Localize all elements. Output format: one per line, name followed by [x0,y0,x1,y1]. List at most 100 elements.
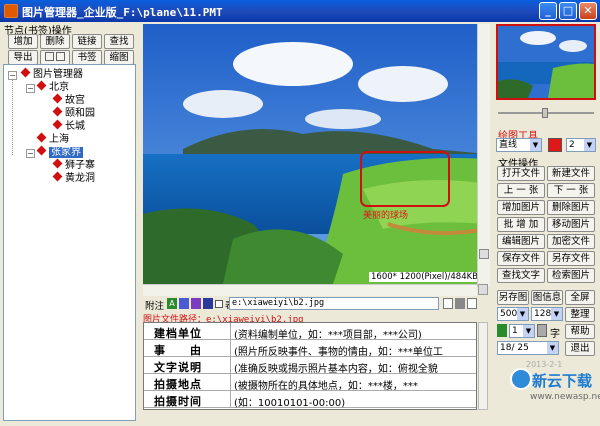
attachment-path-field[interactable]: e:\xiaweiyi\b2.jpg [229,297,439,310]
row-value[interactable]: (资料编制单位，如：***项目部，***公司) [234,326,422,341]
save-image-as-button[interactable]: 另存图 [497,290,529,305]
delete-image-button[interactable]: 删除图片 [547,200,595,215]
row-value[interactable]: (准确反映或揭示照片基本内容，如：俯视全貌 [234,360,438,375]
font-color-icon[interactable] [497,324,507,337]
save-icon[interactable] [203,298,213,309]
tree-item-gugong[interactable]: 故宫 [52,93,85,107]
tree-collapse-icon[interactable]: − [26,84,35,93]
row-label: 拍摄地点 [154,378,202,391]
row-value[interactable]: (如：10010101-00:00) [234,394,345,409]
link-node-button[interactable]: 链接 [72,34,102,49]
node-icon [20,67,31,78]
line-width-select[interactable]: 2 ▼ [566,138,596,152]
row-value[interactable]: (照片所反映事件、事物的情由，如：***单位工 [234,343,443,358]
table-row: 拍摄地点 (被摄物所在的具体地点，如：***楼，*** [144,374,476,392]
arrange-button[interactable]: 整理 [565,307,595,322]
table-row: 事 由 (照片所反映事件、事物的情由，如：***单位工 [144,340,476,358]
color-icon[interactable] [179,298,189,309]
move-image-button[interactable]: 移动图片 [547,217,595,232]
photo-annotation: 美丽的球场 [363,211,409,221]
table-row: 文字说明 (准确反映或揭示照片基本内容，如：俯视全貌 [144,357,476,375]
tree-item-beijing[interactable]: 北京 [36,80,69,94]
tree-item-yiheyuan[interactable]: 颐和园 [52,106,95,120]
node-icon [52,171,63,182]
tree-root[interactable]: 图片管理器 [20,67,83,81]
tree-item-shizizhai[interactable]: 狮子寨 [52,158,95,172]
close-button[interactable]: ✕ [579,2,597,20]
add-node-button[interactable]: 增加 [8,34,38,49]
row-label: 文字说明 [154,361,202,374]
font-stepper[interactable] [537,324,547,337]
node-icon [36,132,47,143]
thumbnail-preview[interactable] [496,24,596,100]
info-table: 建档单位 (资料编制单位，如：***项目部，***公司) 事 由 (照片所反映事… [143,322,477,410]
window-title: 图片管理器_企业版_F:\plane\11.PMT [22,6,223,19]
delete-node-button[interactable]: 删除 [40,34,70,49]
photo-horizontal-scrollbar[interactable] [143,284,477,296]
clear-icon[interactable] [443,298,453,309]
edit-icon[interactable] [191,298,201,309]
export-button[interactable]: 导出 [8,50,38,65]
node-icon [52,106,63,117]
table-checkbox[interactable] [215,300,223,308]
title-bar: 图片管理器_企业版_F:\plane\11.PMT _ □ ✕ [0,0,600,22]
row-value[interactable]: (被摄物所在的具体地点，如：***楼，*** [234,377,418,392]
attachment-bar: 附注 A 表 e:\xiaweiyi\b2.jpg [143,297,488,312]
page-select[interactable]: 18/ 25 ▼ [497,341,559,355]
expand-icon[interactable] [478,284,488,295]
info-table-scrollbar[interactable] [478,322,488,410]
font-icon[interactable]: A [167,298,177,309]
row-label: 事 由 [154,344,202,357]
save-as-file-button[interactable]: 另存文件 [547,251,595,266]
tree-item-zhangjiajie[interactable]: 张家界 [36,145,83,159]
node-icon [52,93,63,104]
app-icon [4,4,18,18]
edit-image-button[interactable]: 编辑图片 [497,234,545,249]
photo-vertical-scrollbar[interactable] [477,24,490,287]
tree-item-shanghai[interactable]: 上海 [36,132,69,146]
tree-collapse-icon[interactable]: − [8,71,17,80]
node-tree[interactable]: − 图片管理器 − 北京 故宫 颐和园 长城 上海 − 张家界 狮子寨 黄龙洞 [3,64,136,421]
thumbnail-button[interactable]: 缩图 [104,50,134,65]
image-info-label: 1600* 1200(Pixel)/484KB [369,272,481,282]
tree-collapse-icon[interactable]: − [26,149,35,158]
batch-add-button[interactable]: 批 增 加 [497,217,545,232]
find-node-button[interactable]: 查找 [104,34,134,49]
open-file-button[interactable]: 打开文件 [497,166,545,181]
main-photo[interactable]: 美丽的球场 1600* 1200(Pixel)/484KB [143,24,487,284]
tree-item-changcheng[interactable]: 长城 [52,119,85,133]
image-info-button[interactable]: 图信息 [531,290,563,305]
size-a-select[interactable]: 500 ▼ [497,307,529,321]
fullscreen-button[interactable]: 全屏 [565,290,595,305]
help-button[interactable]: 帮助 [565,324,595,339]
tree-item-huanglongdong[interactable]: 黄龙洞 [52,171,95,185]
row-label: 建档单位 [154,327,202,340]
save-file-button[interactable]: 保存文件 [497,251,545,266]
size-b-select[interactable]: 1280 ▼ [531,307,563,321]
bookmark-button[interactable]: 书签 [72,50,102,65]
encrypt-file-button[interactable]: 加密文件 [547,234,595,249]
node-icon [36,145,47,156]
zoom-slider[interactable] [498,108,594,118]
maximize-button[interactable]: □ [559,2,577,20]
next-image-button[interactable]: 下 一 张 [547,183,595,198]
shape-select[interactable]: 直线 ▼ [496,138,542,152]
node-icon [52,119,63,130]
exit-button[interactable]: 退出 [565,341,595,356]
add-image-button[interactable]: 增加图片 [497,200,545,215]
delete-icon[interactable] [455,298,465,309]
color-swatch[interactable] [548,138,562,152]
browse-icon[interactable] [467,298,477,309]
blank-toggle-button[interactable] [40,50,70,65]
font-size-select[interactable]: 1 ▼ [509,324,535,338]
search-image-button[interactable]: 检索图片 [547,268,595,283]
find-text-button[interactable]: 查找文字 [497,268,545,283]
minimize-button[interactable]: _ [539,2,557,20]
table-row: 建档单位 (资料编制单位，如：***项目部，***公司) [144,323,476,341]
row-label: 拍摄时间 [154,395,202,408]
new-file-button[interactable]: 新建文件 [547,166,595,181]
watermark-logo: 2013-2-1 新云下载 www.newasp.net [510,360,600,410]
table-row: 拍摄时间 (如：10010101-00:00) [144,391,476,409]
font-unit-label: 字 [550,329,560,340]
prev-image-button[interactable]: 上 一 张 [497,183,545,198]
